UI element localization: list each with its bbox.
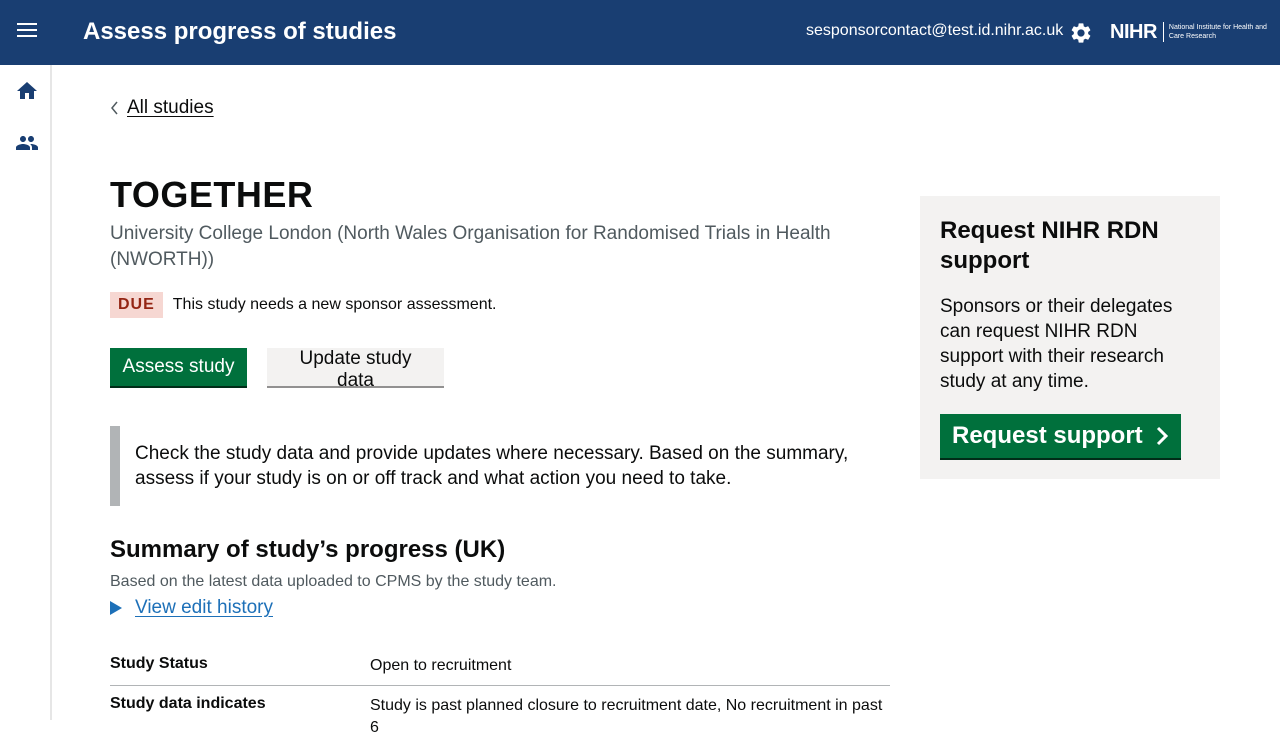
user-email: sesponsorcontact@test.id.nihr.ac.uk bbox=[806, 22, 1064, 39]
triangle-right-icon bbox=[110, 601, 122, 615]
status-text: This study needs a new sponsor assessmen… bbox=[172, 296, 497, 313]
home-icon[interactable] bbox=[15, 79, 39, 103]
summary-subtext: Based on the latest data uploaded to CPM… bbox=[110, 573, 557, 590]
sidebar bbox=[0, 65, 52, 720]
users-icon[interactable] bbox=[15, 131, 39, 155]
logo-divider bbox=[1162, 22, 1164, 42]
request-support-label: Request support bbox=[952, 422, 1143, 449]
request-support-panel: Request NIHR RDN support Sponsors or the… bbox=[920, 196, 1220, 479]
summary-heading: Summary of study’s progress (UK) bbox=[110, 536, 506, 563]
summary-row-label: Study Status bbox=[110, 655, 208, 672]
panel-heading: Request NIHR RDN support bbox=[940, 217, 1159, 274]
gear-icon[interactable] bbox=[1069, 21, 1093, 45]
request-support-button[interactable]: Request support bbox=[940, 414, 1181, 458]
study-status-row: DUE This study needs a new sponsor asses… bbox=[110, 292, 497, 318]
chevron-left-icon bbox=[111, 101, 118, 115]
status-badge: DUE bbox=[110, 292, 163, 318]
summary-row-value: Open to recruitment bbox=[370, 657, 512, 674]
back-link[interactable]: All studies bbox=[110, 97, 214, 119]
chevron-right-icon bbox=[1156, 426, 1168, 446]
view-edit-history-link[interactable]: View edit history bbox=[135, 597, 273, 619]
app-title: Assess progress of studies bbox=[83, 18, 397, 45]
top-header: Assess progress of studies sesponsorcont… bbox=[0, 0, 1280, 65]
summary-row-value: Study is past planned closure to recruit… bbox=[370, 697, 883, 736]
menu-icon[interactable] bbox=[17, 23, 37, 41]
guidance-inset-text: Check the study data and provide updates… bbox=[110, 426, 850, 506]
nihr-logo[interactable]: NIHR National Institute for Health and C… bbox=[1110, 19, 1269, 45]
logo-main-text: NIHR bbox=[1110, 20, 1157, 43]
panel-text: Sponsors or their delegates can request … bbox=[940, 296, 1173, 392]
all-studies-link[interactable]: All studies bbox=[127, 97, 214, 119]
summary-row-label: Study data indicates bbox=[110, 695, 266, 712]
logo-sub-text: National Institute for Health and Care R… bbox=[1168, 24, 1267, 40]
study-title: TOGETHER bbox=[110, 174, 314, 215]
update-study-data-button[interactable]: Update study data bbox=[267, 348, 444, 391]
summary-row: Study Status Open to recruitment bbox=[110, 655, 890, 686]
assess-study-button[interactable]: Assess study bbox=[110, 348, 247, 386]
view-edit-history-toggle[interactable]: View edit history bbox=[110, 597, 273, 619]
study-organisation: University College London (North Wales O… bbox=[110, 223, 831, 270]
